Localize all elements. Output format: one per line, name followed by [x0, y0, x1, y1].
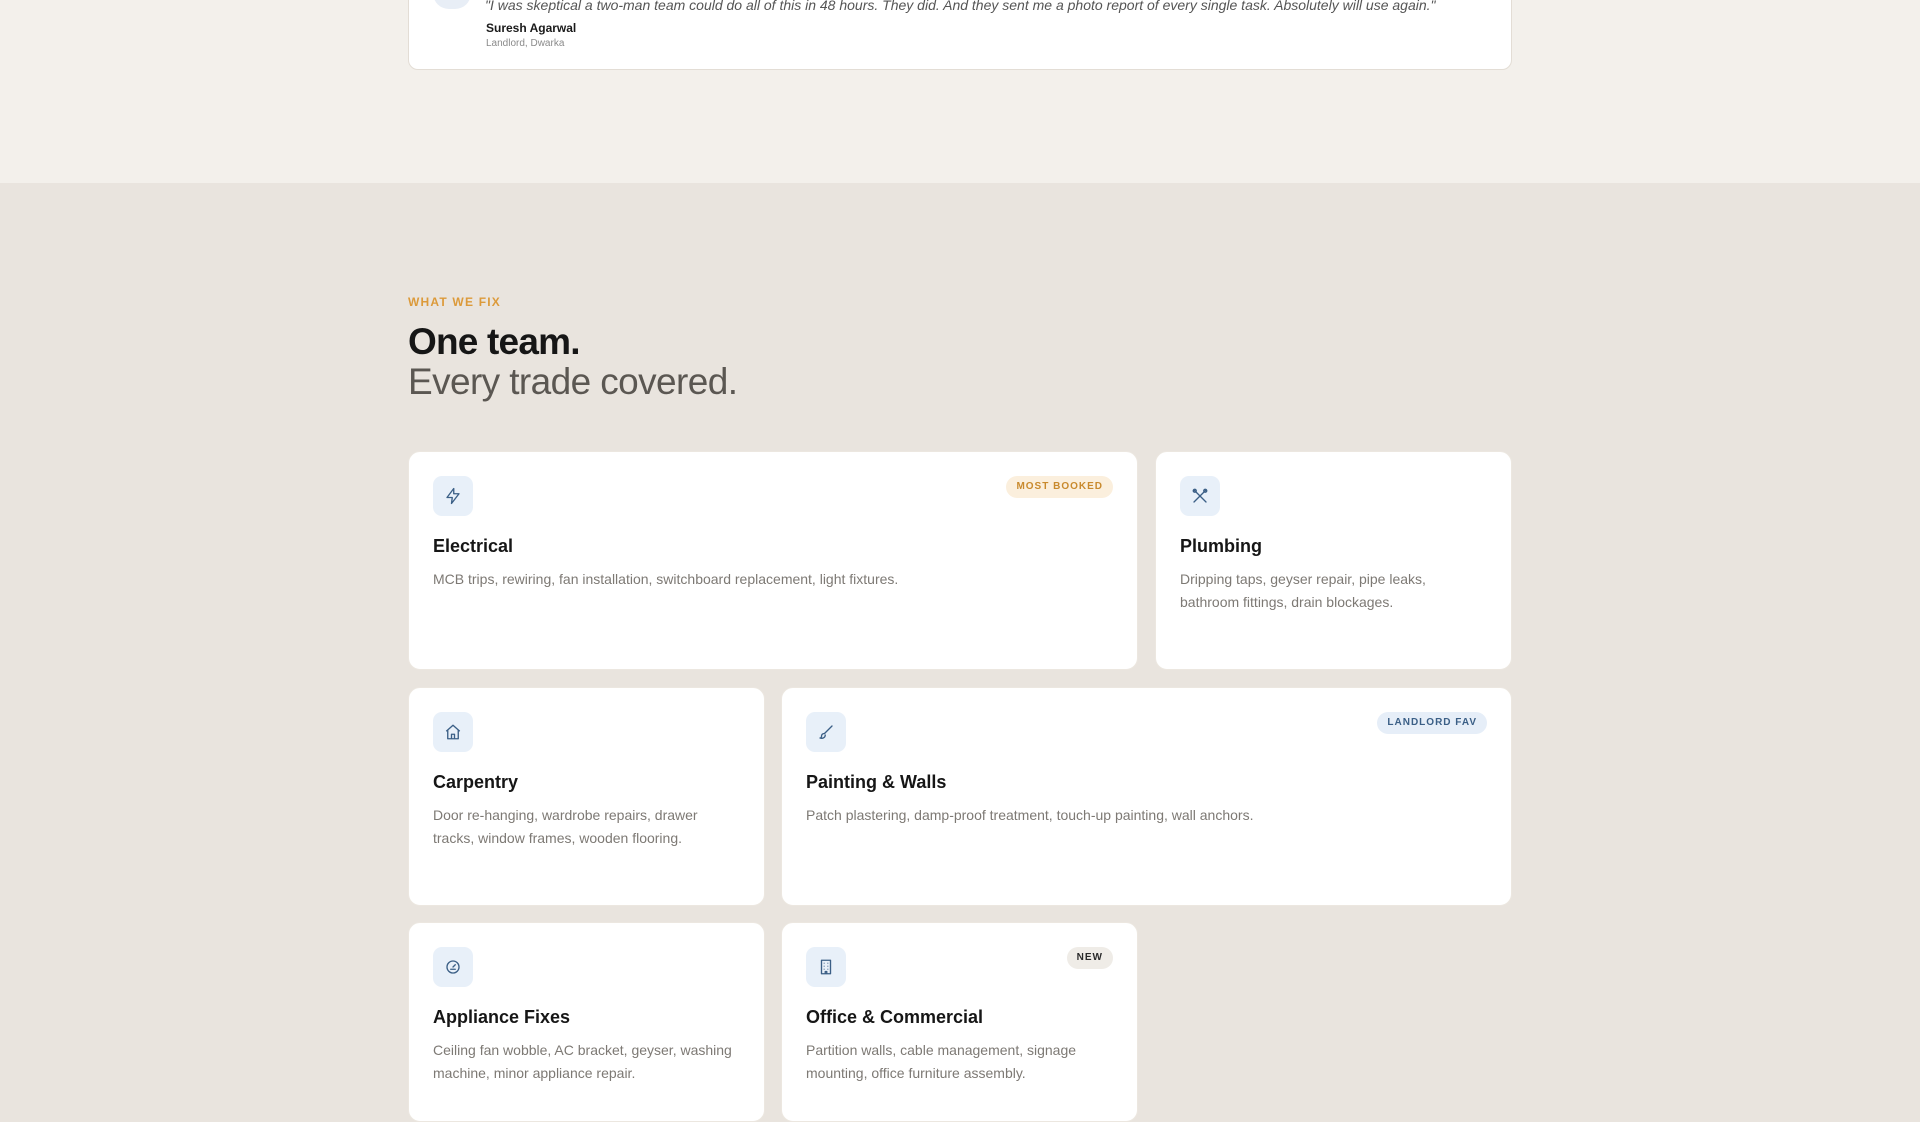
service-description: Door re-hanging, wardrobe repairs, drawe… — [433, 807, 698, 846]
home-icon — [433, 712, 473, 752]
avatar — [433, 0, 471, 9]
service-card-plumbing[interactable]: Plumbing Dripping taps, geyser repair, p… — [1155, 451, 1512, 670]
testimonial-section: "I was skeptical a two-man team could do… — [0, 0, 1920, 183]
service-title: Electrical — [433, 536, 514, 556]
testimonial-author: Suresh Agarwal — [486, 21, 577, 35]
section-eyebrow: WHAT WE FIX — [408, 295, 501, 309]
service-card-painting[interactable]: LANDLORD FAV Painting & Walls Patch plas… — [781, 687, 1512, 906]
service-title: Office & Commercial — [806, 1007, 984, 1027]
service-description: Patch plastering, damp-proof treatment, … — [806, 807, 1254, 823]
service-title: Appliance Fixes — [433, 1007, 571, 1027]
testimonial-card: "I was skeptical a two-man team could do… — [408, 0, 1512, 70]
service-description: MCB trips, rewiring, fan installation, s… — [433, 571, 899, 587]
service-card-appliance[interactable]: Appliance Fixes Ceiling fan wobble, AC b… — [408, 922, 765, 1122]
service-card-office[interactable]: NEW Office & Commercial Partition walls,… — [781, 922, 1138, 1122]
testimonial-author-role: Landlord, Dwarka — [486, 38, 565, 49]
badge-landlord-fav: LANDLORD FAV — [1377, 712, 1487, 734]
lightning-icon — [433, 476, 473, 516]
building-icon — [806, 947, 846, 987]
service-title: Carpentry — [433, 772, 519, 792]
service-title: Painting & Walls — [806, 772, 947, 792]
service-card-carpentry[interactable]: Carpentry Door re-hanging, wardrobe repa… — [408, 687, 765, 906]
badge-most-booked: MOST BOOKED — [1006, 476, 1113, 498]
testimonial-quote: "I was skeptical a two-man team could do… — [485, 0, 1436, 13]
service-description: Dripping taps, geyser repair, pipe leaks… — [1180, 571, 1426, 610]
tools-icon — [1180, 476, 1220, 516]
brush-icon — [806, 712, 846, 752]
service-title: Plumbing — [1180, 536, 1262, 556]
service-description: Ceiling fan wobble, AC bracket, geyser, … — [433, 1042, 732, 1081]
gauge-icon — [433, 947, 473, 987]
section-heading: One team. — [408, 321, 581, 362]
section-subheading: Every trade covered. — [408, 361, 738, 402]
badge-new: NEW — [1066, 947, 1113, 969]
service-description: Partition walls, cable management, signa… — [806, 1042, 1077, 1081]
service-card-electrical[interactable]: MOST BOOKED Electrical MCB trips, rewiri… — [408, 451, 1138, 670]
